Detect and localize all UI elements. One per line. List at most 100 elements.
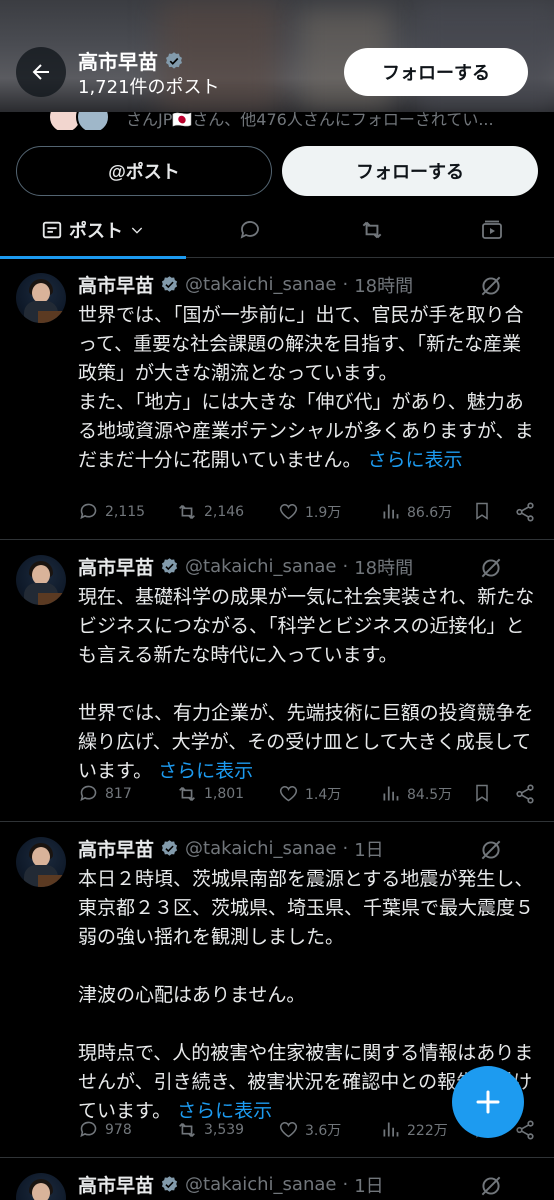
post-time[interactable]: 1日: [354, 836, 383, 862]
reply-button[interactable]: 817: [78, 783, 132, 804]
reply-bubble-icon: [240, 221, 259, 239]
compose-post-button[interactable]: [452, 1066, 524, 1138]
mention-post-button[interactable]: @ポスト: [16, 146, 272, 196]
separator-dot: ·: [342, 274, 349, 295]
view-count: 222万: [407, 1122, 448, 1139]
post-text: 現在、基礎科学の成果が一気に社会実装され、新たなビジネスにつながる、「科学とビジ…: [78, 583, 538, 786]
view-count: 86.6万: [407, 504, 453, 521]
post-time[interactable]: 18時間: [354, 272, 413, 298]
avatar[interactable]: [16, 273, 66, 323]
repost-count: 2,146: [204, 504, 245, 520]
views-button[interactable]: 86.6万: [380, 501, 452, 522]
bar-chart-icon: [383, 1122, 399, 1137]
tab-posts-label: ポスト: [69, 221, 123, 242]
heart-icon: [279, 503, 298, 520]
share-button[interactable]: [514, 783, 536, 805]
repost-icon: [179, 786, 195, 802]
post-actions: 2,115 2,146 1.9万 86.6万: [78, 501, 544, 529]
grok-icon[interactable]: [478, 1173, 504, 1199]
post[interactable]: 高市早苗 @takaichi_sanae · 1日: [0, 1159, 554, 1200]
reply-bubble-icon: [80, 1121, 97, 1138]
views-button[interactable]: 222万: [380, 1119, 448, 1140]
profile-tabs: ポスト: [0, 202, 554, 259]
heart-icon: [279, 1121, 298, 1138]
post-handle[interactable]: @takaichi_sanae: [185, 1174, 336, 1195]
reply-bubble-icon: [80, 503, 97, 520]
post-author-name[interactable]: 高市早苗: [78, 553, 154, 580]
like-count: 1.9万: [305, 504, 342, 521]
grok-icon[interactable]: [478, 273, 504, 299]
repost-icon: [179, 504, 195, 520]
follower-avatar: [76, 112, 110, 130]
repost-icon: [179, 1122, 195, 1138]
like-count: 3.6万: [305, 1122, 342, 1139]
show-more-link[interactable]: さらに表示: [158, 760, 253, 782]
repost-icon: [362, 221, 382, 239]
follow-button[interactable]: フォローする: [282, 146, 538, 196]
arrow-left-icon: [32, 64, 49, 80]
post-handle[interactable]: @takaichi_sanae: [185, 274, 336, 295]
plus-icon: [476, 1090, 500, 1114]
separator-dot: ·: [342, 1174, 349, 1195]
post-time[interactable]: 18時間: [354, 554, 413, 580]
followed-by-strip[interactable]: さんJP🇯🇵さん、他476人さんにフォローされてい...: [0, 112, 554, 130]
post[interactable]: 高市早苗 @takaichi_sanae · 18時間 現在、基礎科学の成果が一…: [0, 541, 554, 822]
repost-button[interactable]: 2,146: [176, 501, 244, 523]
views-button[interactable]: 84.5万: [380, 783, 452, 804]
share-icon: [516, 784, 534, 804]
post-text-content: 現在、基礎科学の成果が一気に社会実装され、新たなビジネスにつながる、「科学とビジ…: [78, 586, 535, 782]
post-header: 高市早苗 @takaichi_sanae · 18時間: [78, 271, 413, 298]
repost-button[interactable]: 1,801: [176, 783, 244, 805]
like-button[interactable]: 3.6万: [278, 1119, 341, 1140]
reply-count: 2,115: [105, 503, 146, 520]
tab-posts[interactable]: ポスト: [0, 202, 186, 259]
repost-count: 3,539: [204, 1122, 245, 1138]
bookmark-icon: [476, 784, 488, 802]
show-more-link[interactable]: さらに表示: [368, 449, 463, 471]
reply-count: 978: [105, 1121, 132, 1138]
back-button[interactable]: [16, 47, 66, 97]
reply-bubble-icon: [80, 785, 97, 802]
verified-badge-icon: [161, 558, 178, 574]
post-time[interactable]: 1日: [354, 1172, 383, 1198]
share-icon: [516, 502, 534, 522]
bookmark-button[interactable]: [472, 501, 492, 521]
grok-icon[interactable]: [478, 555, 504, 581]
post-handle[interactable]: @takaichi_sanae: [185, 838, 336, 859]
like-button[interactable]: 1.9万: [278, 501, 341, 522]
avatar[interactable]: [16, 1173, 66, 1200]
share-button[interactable]: [514, 501, 536, 523]
post-header: 高市早苗 @takaichi_sanae · 18時間: [78, 553, 413, 580]
like-button[interactable]: 1.4万: [278, 783, 341, 804]
bar-chart-icon: [383, 504, 399, 519]
header-name: 高市早苗: [78, 50, 158, 74]
tab-reposts[interactable]: [314, 202, 430, 258]
post-text: 世界では、「国が一歩前に」出て、官民が手を取り合って、重要な社会課題の解決を目指…: [78, 301, 538, 475]
reply-button[interactable]: 978: [78, 1119, 132, 1140]
reply-count: 817: [105, 785, 132, 802]
tab-media[interactable]: [430, 202, 554, 258]
heart-icon: [279, 785, 298, 802]
post-author-name[interactable]: 高市早苗: [78, 271, 154, 298]
verified-badge-icon: [161, 276, 178, 292]
tab-replies[interactable]: [186, 202, 314, 258]
media-icon: [482, 220, 502, 239]
follow-button-header[interactable]: フォローする: [344, 48, 528, 96]
repost-button[interactable]: 3,539: [176, 1119, 244, 1141]
verified-badge-icon: [161, 1176, 178, 1192]
reply-button[interactable]: 2,115: [78, 501, 145, 522]
like-count: 1.4万: [305, 786, 342, 803]
separator-dot: ·: [342, 556, 349, 577]
post-author-name[interactable]: 高市早苗: [78, 835, 154, 862]
grok-icon[interactable]: [478, 837, 504, 863]
post-handle[interactable]: @takaichi_sanae: [185, 556, 336, 577]
posts-list-icon: [42, 221, 62, 239]
post-text-content: 世界では、「国が一歩前に」出て、官民が手を取り合って、重要な社会課題の解決を目指…: [78, 304, 534, 471]
avatar[interactable]: [16, 837, 66, 887]
bookmark-button[interactable]: [472, 783, 492, 803]
post[interactable]: 高市早苗 @takaichi_sanae · 18時間 世界では、「国が一歩前に…: [0, 259, 554, 540]
repost-count: 1,801: [204, 786, 245, 802]
bar-chart-icon: [383, 786, 399, 801]
post-author-name[interactable]: 高市早苗: [78, 1171, 154, 1198]
avatar[interactable]: [16, 555, 66, 605]
